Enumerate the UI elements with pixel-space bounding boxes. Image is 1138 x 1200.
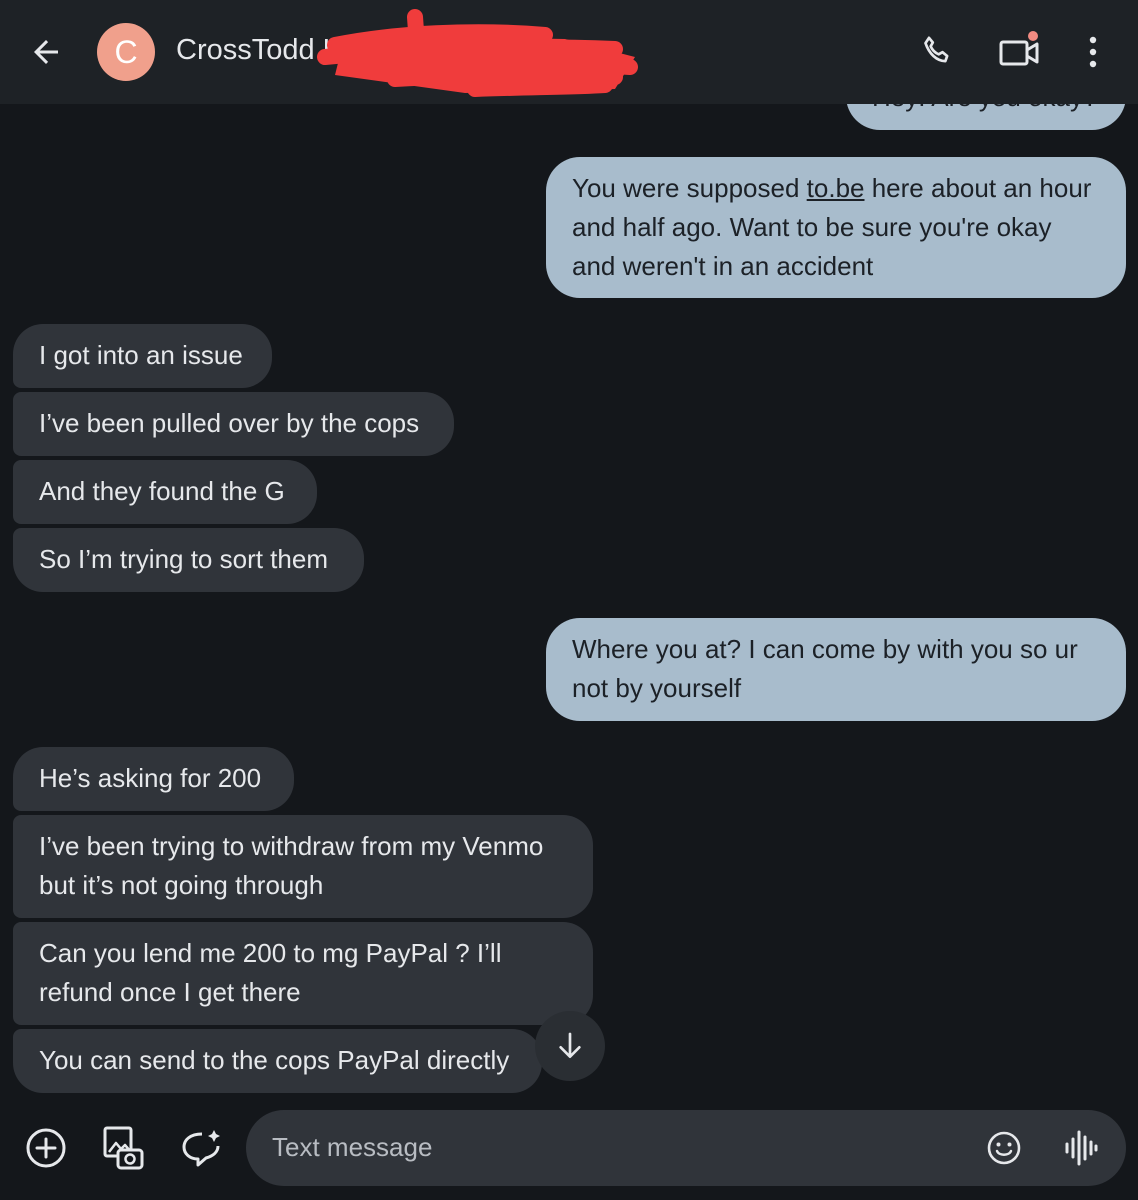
message-thread[interactable]: Hey! Are you okay? You were supposed to.… — [0, 104, 1138, 1100]
incoming-message[interactable]: And they found the G — [13, 460, 317, 524]
voice-waveform-icon — [1065, 1130, 1098, 1166]
suggestions-button[interactable] — [178, 1126, 224, 1170]
composer-bar: Text message — [0, 1100, 1138, 1200]
voice-message-button[interactable] — [1064, 1128, 1098, 1168]
emoji-icon — [987, 1131, 1021, 1165]
scroll-to-bottom-button[interactable] — [535, 1011, 605, 1081]
add-circle-icon — [26, 1128, 66, 1168]
incoming-message[interactable]: I’ve been pulled over by the cops — [13, 392, 454, 456]
incoming-message[interactable]: Can you lend me 200 to mg PayPal ? I’ll … — [13, 922, 593, 1025]
message-link[interactable]: to.be — [807, 173, 865, 203]
attach-button[interactable] — [24, 1126, 68, 1170]
incoming-message[interactable]: I’ve been trying to withdraw from my Ven… — [13, 815, 593, 918]
back-button[interactable] — [28, 34, 64, 70]
video-call-icon — [999, 31, 1039, 66]
incoming-message[interactable]: I got into an issue — [13, 324, 272, 388]
more-options-button[interactable] — [1080, 34, 1106, 70]
outgoing-message[interactable]: You were supposed to.be here about an ho… — [546, 157, 1126, 298]
gallery-button[interactable] — [100, 1124, 146, 1172]
outgoing-message[interactable]: Hey! Are you okay? — [846, 104, 1126, 130]
call-button[interactable] — [918, 32, 958, 72]
sticker-icon — [182, 1130, 220, 1167]
avatar[interactable]: C — [97, 23, 155, 81]
more-vert-icon — [1089, 36, 1097, 68]
redaction-scribble — [317, 9, 638, 97]
video-call-button[interactable] — [997, 30, 1043, 74]
back-arrow-icon — [34, 40, 58, 64]
outgoing-message[interactable]: Where you at? I can come by with you so … — [546, 618, 1126, 721]
incoming-message[interactable]: So I’m trying to sort them — [13, 528, 364, 592]
emoji-button[interactable] — [986, 1130, 1022, 1166]
phone-icon — [924, 36, 949, 63]
conversation-header: C CrossTodd L — [0, 0, 1138, 104]
message-input[interactable]: Text message — [246, 1110, 1126, 1186]
incoming-message[interactable]: He’s asking for 200 — [13, 747, 294, 811]
message-input-placeholder: Text message — [272, 1132, 433, 1162]
gallery-icon — [103, 1126, 144, 1170]
arrow-down-icon — [559, 1032, 581, 1058]
incoming-message[interactable]: You can send to the cops PayPal directly — [13, 1029, 542, 1093]
